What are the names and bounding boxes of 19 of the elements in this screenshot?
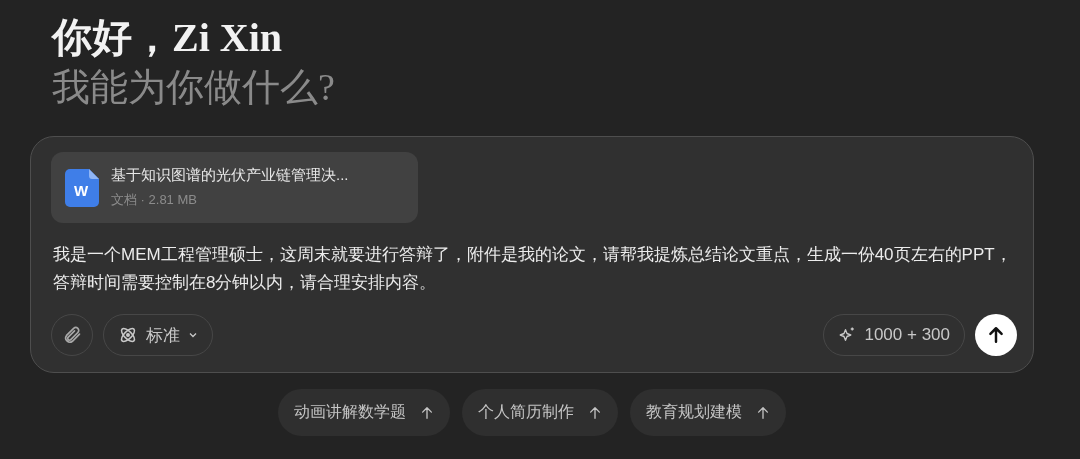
arrow-up-icon (756, 405, 770, 420)
document-icon: W (65, 168, 99, 207)
suggestion-chip[interactable]: 教育规划建模 (630, 389, 786, 436)
atom-icon (118, 325, 138, 345)
greeting-title: 你好，Zi Xin (52, 14, 284, 62)
suggestion-chip[interactable]: 动画讲解数学题 (278, 389, 450, 436)
paperclip-icon (62, 325, 82, 345)
send-button[interactable] (975, 314, 1017, 356)
file-meta: 文档 · 2.81 MB (111, 191, 198, 209)
arrow-up-icon (420, 405, 434, 420)
attachment-card[interactable]: W 基于知识图谱的光伏产业链管理决... 文档 · 2.81 MB (51, 152, 418, 223)
chevron-down-icon (188, 330, 198, 340)
sparkle-icon (838, 326, 857, 344)
arrow-up-icon (987, 326, 1005, 344)
suggestion-chip[interactable]: 个人简历制作 (462, 389, 618, 436)
greeting-subtitle: 我能为你做什么? (52, 65, 336, 110)
message-text[interactable]: 我是一个MEM工程管理硕士，这周末就要进行答辩了，附件是我的论文，请帮我提炼总结论文重点，生成一份40页左右的PPT，答辩时间需要控制在8分钟以内，请合理安排内容。 (53, 241, 1013, 297)
arrow-up-icon (588, 405, 602, 420)
file-name: 基于知识图谱的光伏产业链管理决... (111, 166, 349, 185)
